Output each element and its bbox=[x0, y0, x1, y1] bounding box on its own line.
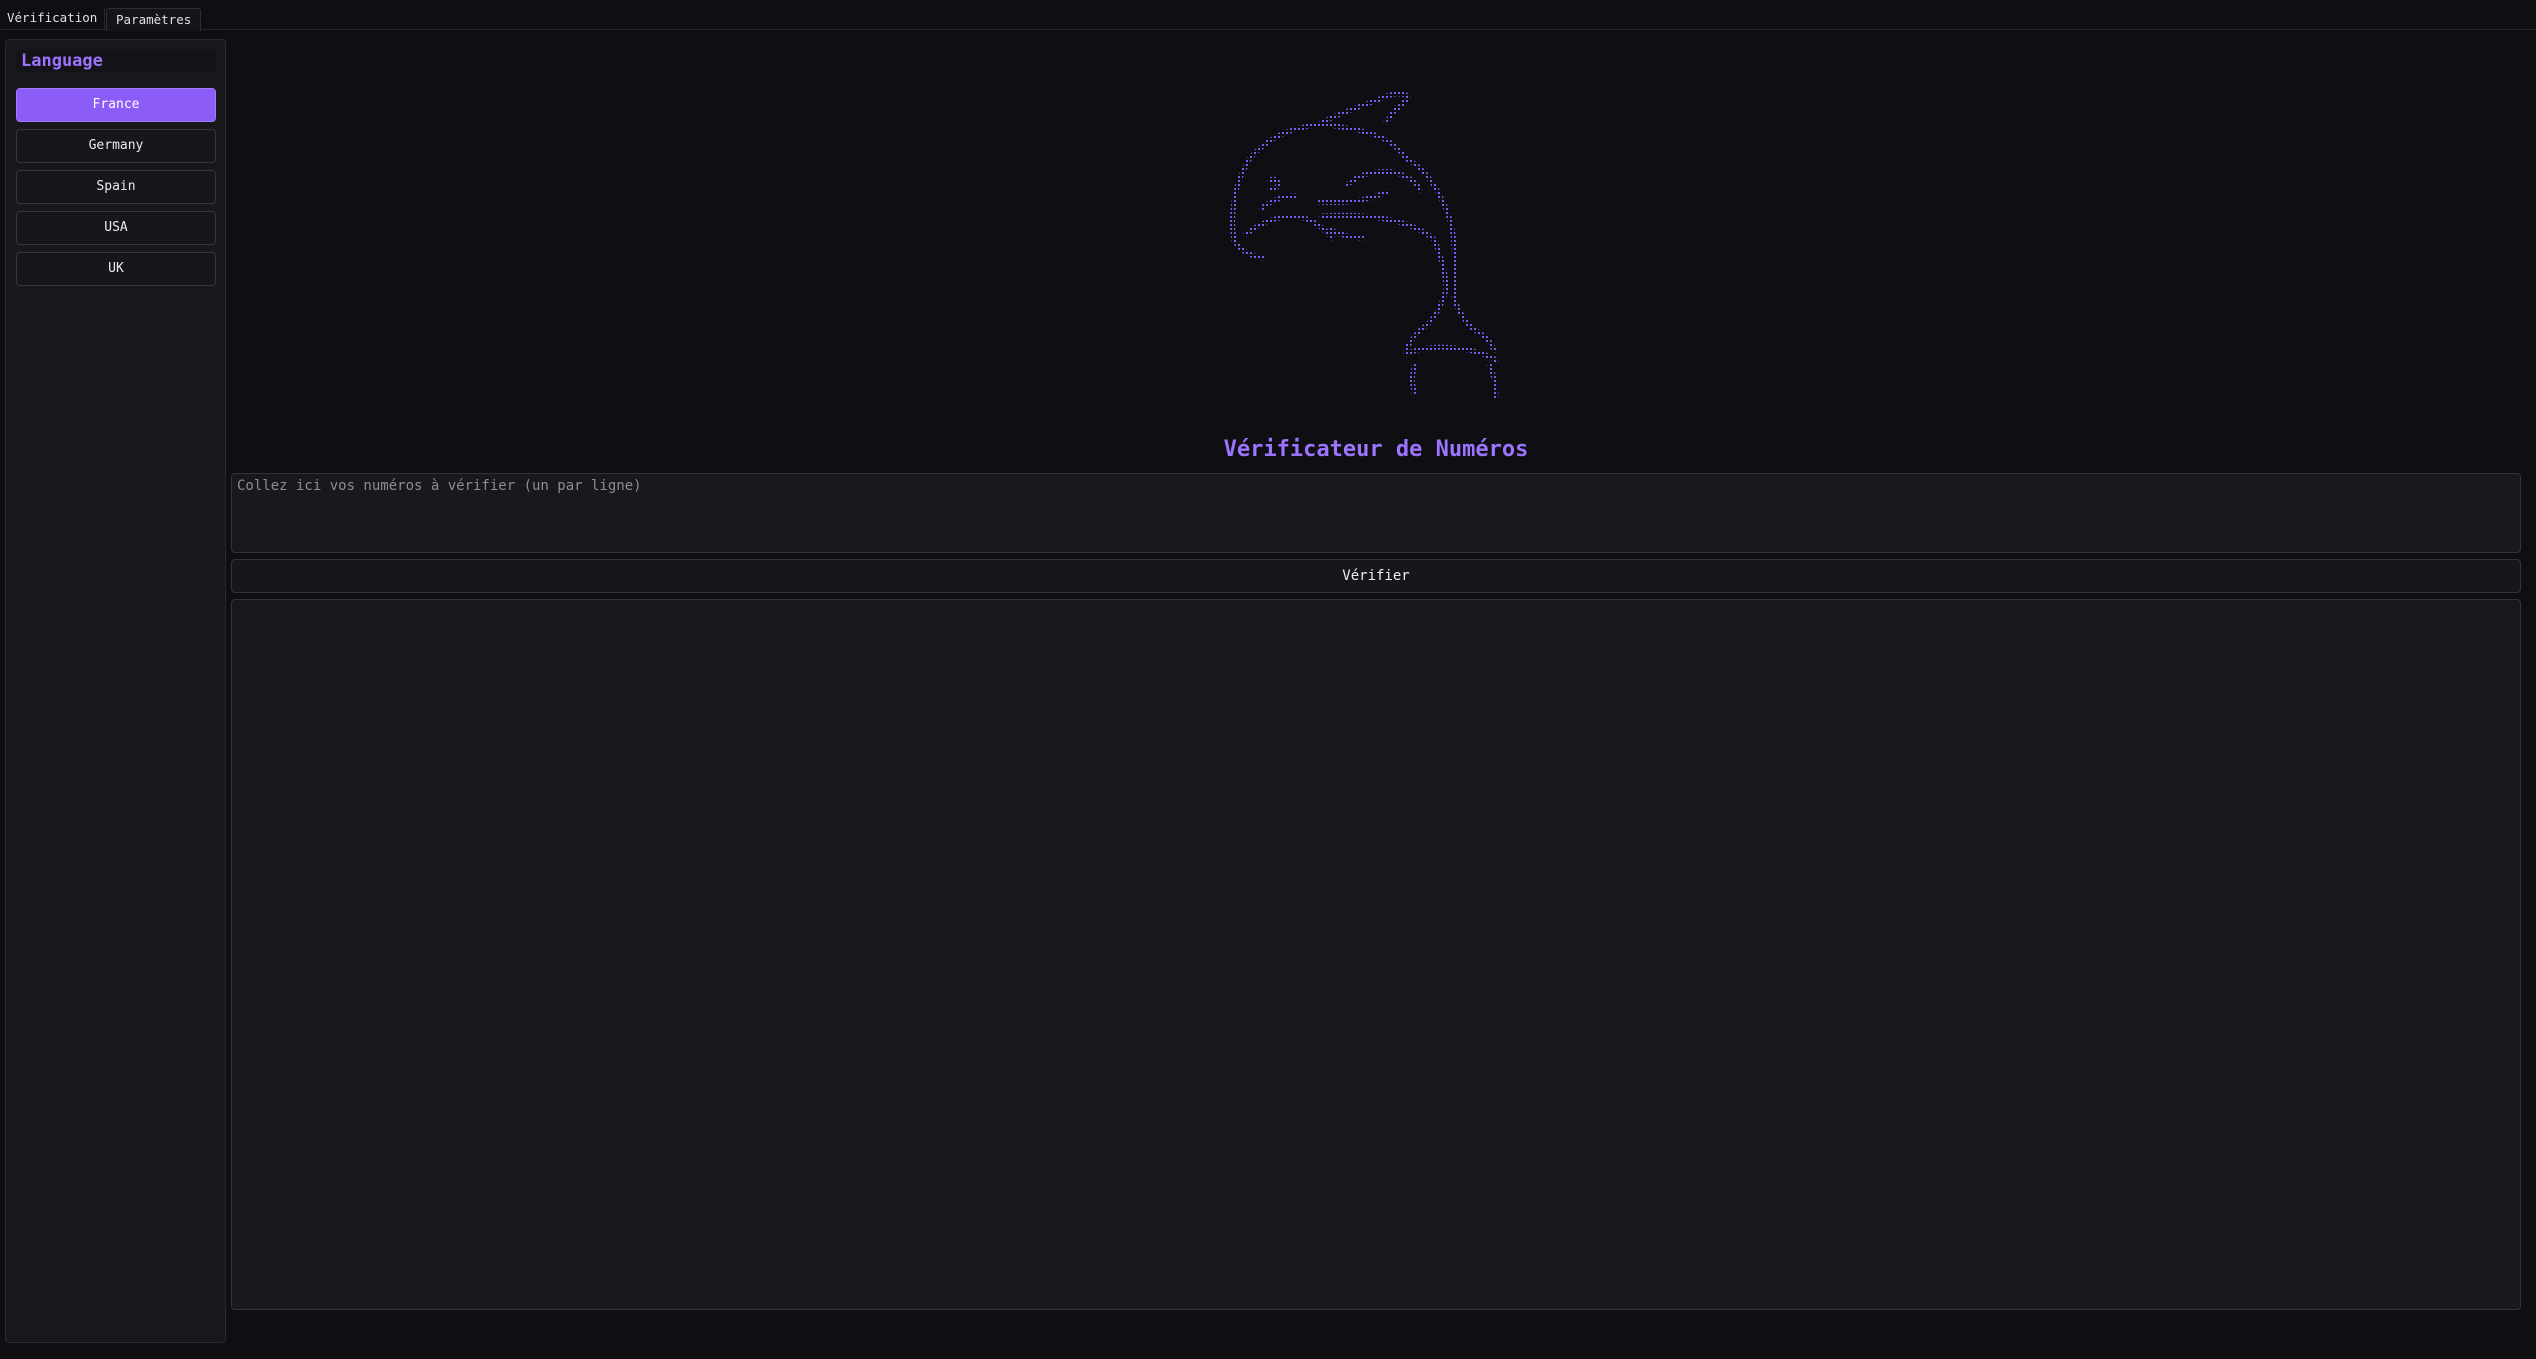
results-output[interactable] bbox=[231, 599, 2521, 1310]
language-button-france[interactable]: France bbox=[16, 88, 216, 122]
language-button-spain[interactable]: Spain bbox=[16, 170, 216, 204]
language-sidebar: Language France Germany Spain USA UK bbox=[5, 39, 226, 1343]
language-button-uk[interactable]: UK bbox=[16, 252, 216, 286]
language-button-usa[interactable]: USA bbox=[16, 211, 216, 245]
dolphin-ascii-art-icon bbox=[1210, 84, 1540, 404]
page-title: Vérificateur de Numéros bbox=[1223, 437, 1529, 462]
tab-bar: Vérification Paramètres bbox=[0, 0, 2536, 31]
tab-verification[interactable]: Vérification bbox=[0, 7, 106, 30]
tab-parametres[interactable]: Paramètres bbox=[106, 8, 202, 31]
verify-button[interactable]: Vérifier bbox=[231, 559, 2521, 593]
sidebar-title: Language bbox=[16, 50, 216, 72]
language-button-germany[interactable]: Germany bbox=[16, 129, 216, 163]
numbers-input[interactable] bbox=[231, 473, 2521, 553]
